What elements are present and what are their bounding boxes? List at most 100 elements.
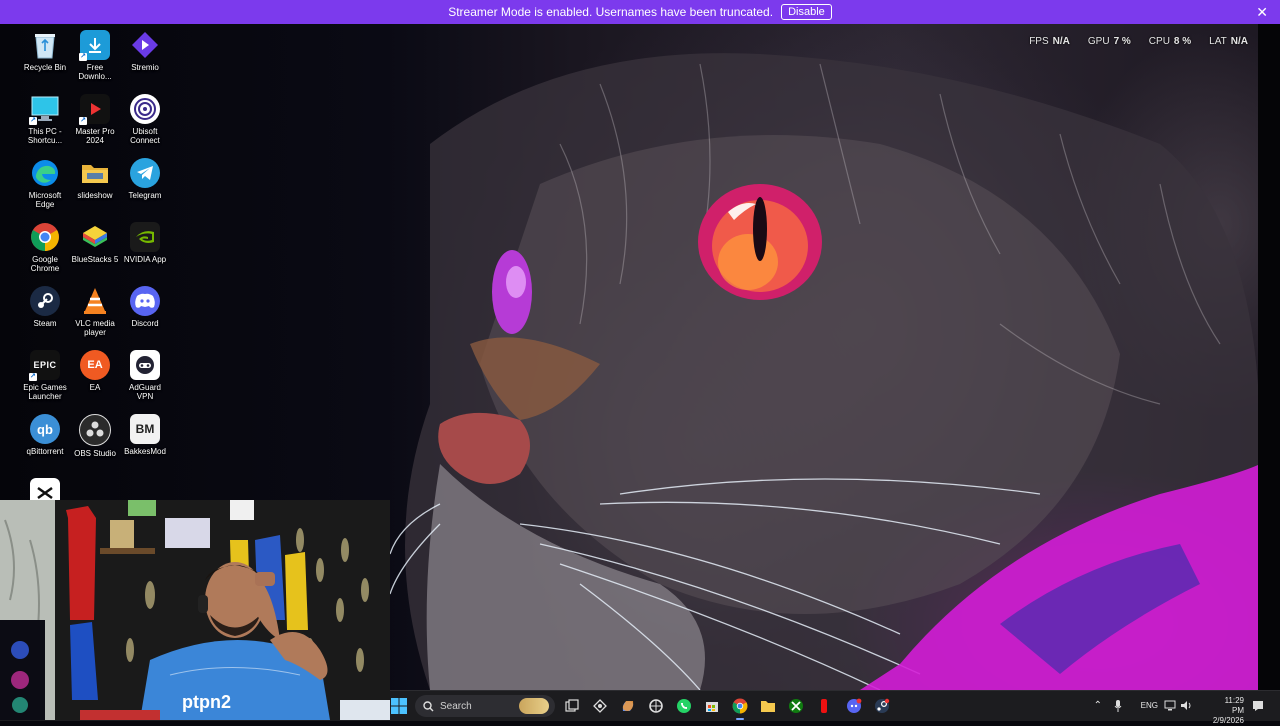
disable-streamer-mode-button[interactable]: Disable: [781, 4, 832, 20]
adguard-vpn-icon: [130, 350, 160, 380]
folder-icon: [80, 158, 110, 188]
desktop-icon-recycle-bin[interactable]: Recycle Bin: [20, 28, 70, 92]
telegram-icon: [130, 158, 160, 188]
desktop-icon-steam[interactable]: Steam: [20, 284, 70, 348]
performance-overlay: FPS N/A GPU 7 % CPU 8 % LAT N/A: [1029, 36, 1248, 47]
desktop-icon-grid: Recycle Bin ↗ Free Downlo... Stremio ↗ T…: [20, 28, 180, 540]
banner-message: Streamer Mode is enabled. Usernames have…: [448, 5, 774, 19]
desktop-icon-label: Discord: [131, 319, 159, 328]
streamer-mode-banner: Streamer Mode is enabled. Usernames have…: [0, 0, 1280, 24]
xbox-icon[interactable]: [786, 696, 806, 716]
widgets-icon[interactable]: [590, 696, 610, 716]
clock-time: 11:29 PM: [1224, 696, 1244, 715]
desktop-icon-this-pc[interactable]: ↗ This PC - Shortcu...: [20, 92, 70, 156]
desktop-icon-label: Google Chrome: [30, 255, 60, 273]
desktop-icon-label: Free Downlo...: [78, 63, 112, 81]
recycle-bin-icon: [30, 30, 60, 60]
desktop-icon-ea[interactable]: EA EA: [70, 348, 120, 412]
obs-icon: [79, 414, 111, 446]
fps-readout: FPS N/A: [1029, 36, 1070, 47]
desktop-icon-label: AdGuard VPN: [128, 383, 162, 401]
taskbar-clock[interactable]: 11:29 PM 2/9/2026: [1213, 696, 1244, 726]
desktop-icon-stremio[interactable]: Stremio: [120, 28, 170, 92]
ubisoft-connect-icon: [130, 94, 160, 124]
chrome-icon[interactable]: [730, 696, 750, 720]
desktop-icon-vlc[interactable]: VLC media player: [70, 284, 120, 348]
desktop-icon-bakkesmod[interactable]: BM BakkesMod: [120, 412, 170, 476]
free-download-manager-icon: ↗: [79, 30, 110, 61]
cpu-readout: CPU 8 %: [1148, 36, 1192, 47]
desktop-icon-discord[interactable]: Discord: [120, 284, 170, 348]
shirt-text: ptpn2: [182, 692, 231, 712]
stremio-icon: [130, 30, 160, 60]
qbittorrent-icon: qb: [30, 414, 60, 444]
steam-icon[interactable]: [872, 696, 892, 716]
latency-readout: LAT N/A: [1209, 36, 1248, 47]
copilot-icon[interactable]: [618, 696, 638, 716]
webcam-feed: ptpn2: [0, 500, 390, 720]
ea-icon: EA: [80, 350, 110, 380]
desktop-icon-label: BakkesMod: [124, 447, 166, 456]
desktop-icon-qbittorrent[interactable]: qb qBittorrent: [20, 412, 70, 476]
desktop-icon-microsoft-edge[interactable]: Microsoft Edge: [20, 156, 70, 220]
microphone-icon[interactable]: [1114, 700, 1122, 712]
network-icon[interactable]: [1164, 700, 1176, 711]
language-indicator[interactable]: ENG: [1141, 701, 1158, 710]
desktop-icon-label: OBS Studio: [74, 449, 116, 458]
taskbar-search-box[interactable]: Search: [415, 695, 555, 717]
desktop-icon-master-pro[interactable]: ↗ Master Pro 2024: [70, 92, 120, 156]
desktop-icon-telegram[interactable]: Telegram: [120, 156, 170, 220]
epic-games-icon: EPIC ↗: [29, 350, 60, 381]
master-pro-icon: ↗: [79, 94, 110, 125]
desktop-icon-epic-games[interactable]: EPIC ↗ Epic Games Launcher: [20, 348, 70, 412]
volume-icon[interactable]: [1180, 700, 1192, 711]
search-placeholder: Search: [440, 700, 472, 712]
desktop-icon-label: This PC - Shortcu...: [27, 127, 63, 145]
windows-logo-icon: [391, 698, 407, 714]
desktop-icon-label: qBittorrent: [26, 447, 64, 456]
desktop-icon-label: Epic Games Launcher: [23, 383, 67, 401]
desktop-icon-label: slideshow: [77, 191, 113, 200]
desktop-icon-label: VLC media player: [75, 319, 115, 337]
desktop-icon-ubisoft-connect[interactable]: Ubisoft Connect: [120, 92, 170, 156]
desktop-icon-label: BlueStacks 5: [71, 255, 119, 264]
file-explorer-icon[interactable]: [758, 696, 778, 716]
whatsapp-icon[interactable]: [674, 696, 694, 716]
discord-icon: [130, 286, 160, 316]
desktop-icon-slideshow[interactable]: slideshow: [70, 156, 120, 220]
bakkesmod-icon: BM: [130, 414, 160, 444]
search-highlight-image: [519, 698, 549, 714]
desktop-icon-obs-studio[interactable]: OBS Studio: [70, 412, 120, 476]
chevron-up-icon[interactable]: ⌃: [1094, 700, 1102, 711]
desktop-icon-nvidia-app[interactable]: NVIDIA App: [120, 220, 170, 284]
close-icon[interactable]: ✕: [1256, 4, 1268, 20]
desktop-icon-label: Telegram: [128, 191, 162, 200]
desktop-icon-label: Recycle Bin: [23, 63, 67, 72]
desktop-icon-adguard-vpn[interactable]: AdGuard VPN: [120, 348, 170, 412]
store-icon[interactable]: [702, 696, 722, 716]
nvidia-icon: [130, 222, 160, 252]
desktop-icon-google-chrome[interactable]: Google Chrome: [20, 220, 70, 284]
desktop-icon-label: Master Pro 2024: [75, 127, 115, 145]
this-pc-icon: ↗: [29, 94, 60, 125]
chrome-icon: [30, 222, 60, 252]
desktop-icon-label: EA: [89, 383, 101, 392]
bluestacks-icon: [80, 222, 110, 252]
desktop-icon-label: Ubisoft Connect: [130, 127, 160, 145]
desktop-icon-label: Stremio: [131, 63, 159, 72]
start-button[interactable]: [391, 698, 407, 714]
desktop-icon-bluestacks[interactable]: BlueStacks 5: [70, 220, 120, 284]
chatgpt-icon[interactable]: [646, 696, 666, 716]
desktop-icon-label: Microsoft Edge: [28, 191, 62, 209]
edge-icon: [30, 158, 60, 188]
gpu-readout: GPU 7 %: [1087, 36, 1131, 47]
red-app-icon[interactable]: [814, 696, 834, 716]
notification-icon[interactable]: [1252, 700, 1264, 712]
search-icon: [423, 700, 434, 711]
webcam-overlay: ptpn2: [0, 500, 390, 720]
desktop-icon-label: NVIDIA App: [123, 255, 167, 264]
clock-date: 2/9/2026: [1212, 716, 1244, 725]
desktop-icon-free-download-manager[interactable]: ↗ Free Downlo...: [70, 28, 120, 92]
discord-icon[interactable]: [844, 696, 864, 716]
task-view-icon[interactable]: [562, 696, 582, 716]
